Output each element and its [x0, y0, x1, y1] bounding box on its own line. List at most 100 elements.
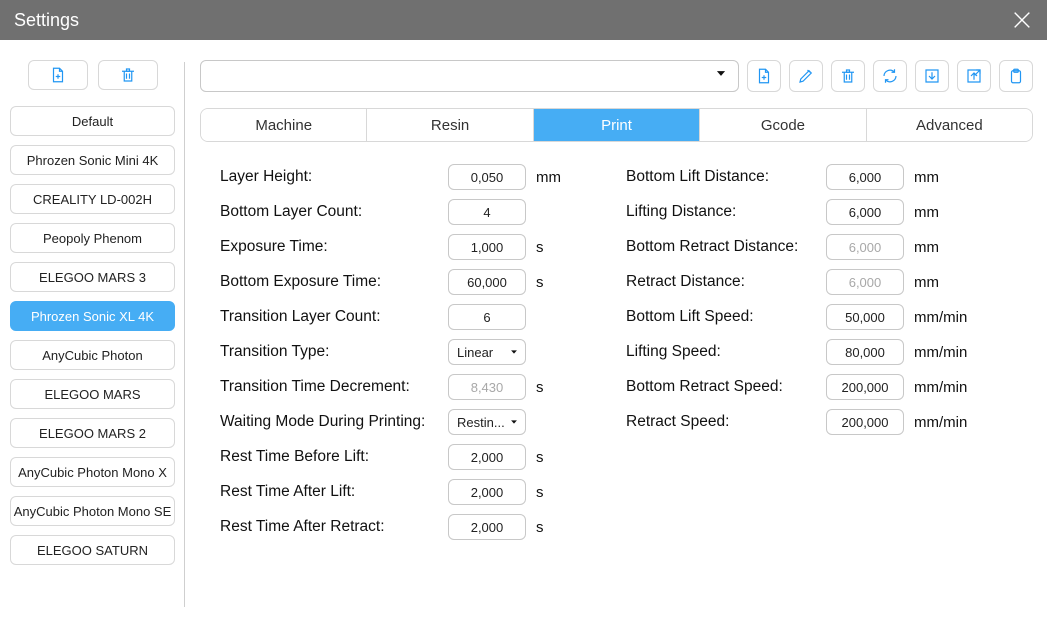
text-field[interactable]: 0,050 [448, 164, 526, 190]
field-label: Transition Layer Count: [220, 308, 448, 326]
unit-label: mm [914, 274, 974, 291]
text-field[interactable]: 80,000 [826, 339, 904, 365]
trash-icon [839, 67, 857, 85]
field-label: Layer Height: [220, 168, 448, 186]
unit-label: mm/min [914, 414, 974, 431]
text-field[interactable]: 4 [448, 199, 526, 225]
text-field[interactable]: 2,000 [448, 479, 526, 505]
text-field: 6,000 [826, 234, 904, 260]
text-field[interactable]: 6 [448, 304, 526, 330]
profile-item[interactable]: ELEGOO SATURN [10, 535, 175, 565]
form-row: Bottom Exposure Time:60,000 s [220, 269, 596, 295]
toolbar-export-button[interactable] [957, 60, 991, 92]
text-field[interactable]: 2,000 [448, 514, 526, 540]
field-label: Rest Time Before Lift: [220, 448, 448, 466]
form-row: Rest Time After Lift:2,000 s [220, 479, 596, 505]
profile-item[interactable]: AnyCubic Photon [10, 340, 175, 370]
form-row: Transition Type:Linear [220, 339, 596, 365]
close-icon [1011, 9, 1033, 31]
chevron-down-icon [509, 347, 519, 357]
form-row: Retract Speed:200,000mm/min [626, 409, 974, 435]
window-title: Settings [14, 10, 1011, 31]
profile-item[interactable]: Phrozen Sonic Mini 4K [10, 145, 175, 175]
text-field[interactable]: 200,000 [826, 374, 904, 400]
toolbar-edit-button[interactable] [789, 60, 823, 92]
profile-list: Default Phrozen Sonic Mini 4K CREALITY LD-… [10, 106, 175, 565]
tab-resin[interactable]: Resin [367, 109, 533, 141]
delete-profile-button[interactable] [98, 60, 158, 90]
profile-item[interactable]: Phrozen Sonic XL 4K [10, 301, 175, 331]
toolbar-refresh-button[interactable] [873, 60, 907, 92]
tabs: MachineResinPrintGcodeAdvanced [200, 108, 1033, 142]
profile-item[interactable]: CREALITY LD-002H [10, 184, 175, 214]
form-row: Waiting Mode During Printing:Restin... [220, 409, 596, 435]
profile-item[interactable]: Peopoly Phenom [10, 223, 175, 253]
text-field[interactable]: 50,000 [826, 304, 904, 330]
add-profile-button[interactable] [28, 60, 88, 90]
field-label: Bottom Exposure Time: [220, 273, 448, 291]
export-icon [965, 67, 983, 85]
text-field[interactable]: 2,000 [448, 444, 526, 470]
unit-label: mm/min [914, 309, 974, 326]
profile-item[interactable]: ELEGOO MARS [10, 379, 175, 409]
profile-combo[interactable] [200, 60, 739, 92]
field-label: Lifting Speed: [626, 343, 826, 361]
tab-gcode[interactable]: Gcode [700, 109, 866, 141]
toolbar-clipboard-button[interactable] [999, 60, 1033, 92]
form-row: Transition Time Decrement:8,430s [220, 374, 596, 400]
select-field[interactable]: Restin... [448, 409, 526, 435]
unit-label: mm/min [914, 344, 974, 361]
text-field[interactable]: 60,000 [448, 269, 526, 295]
form-area: Layer Height:0,050 mm Bottom Layer Count:4… [200, 164, 1033, 627]
chevron-down-icon [509, 417, 519, 427]
add-file-icon [49, 66, 67, 84]
field-label: Bottom Retract Speed: [626, 378, 826, 396]
field-label: Rest Time After Lift: [220, 483, 448, 501]
profile-item[interactable]: Default [10, 106, 175, 136]
toolbar-import-button[interactable] [915, 60, 949, 92]
unit-label: s [536, 379, 596, 396]
profile-item[interactable]: AnyCubic Photon Mono X [10, 457, 175, 487]
field-label: Bottom Retract Distance: [626, 238, 826, 256]
form-row: Bottom Lift Distance:6,000 mm [626, 164, 974, 190]
trash-icon [119, 66, 137, 84]
field-label: Exposure Time: [220, 238, 448, 256]
toolbar-add-button[interactable] [747, 60, 781, 92]
unit-label: mm [536, 169, 596, 186]
toolbar-delete-button[interactable] [831, 60, 865, 92]
text-field[interactable]: 1,000 [448, 234, 526, 260]
select-field[interactable]: Linear [448, 339, 526, 365]
tab-print[interactable]: Print [534, 109, 700, 141]
profile-item[interactable]: ELEGOO MARS 2 [10, 418, 175, 448]
form-row: Transition Layer Count:6 [220, 304, 596, 330]
profile-item[interactable]: AnyCubic Photon Mono SE [10, 496, 175, 526]
tab-machine[interactable]: Machine [201, 109, 367, 141]
field-label: Transition Type: [220, 343, 448, 361]
unit-label: mm [914, 169, 974, 186]
content: Default Phrozen Sonic Mini 4K CREALITY LD-… [0, 40, 1047, 627]
form-row: Lifting Speed:80,000 mm/min [626, 339, 974, 365]
field-label: Bottom Layer Count: [220, 203, 448, 221]
tab-advanced[interactable]: Advanced [867, 109, 1032, 141]
unit-label: s [536, 449, 596, 466]
field-label: Bottom Lift Distance: [626, 168, 826, 186]
form-row: Rest Time After Retract:2,000s [220, 514, 596, 540]
field-label: Bottom Lift Speed: [626, 308, 826, 326]
text-field: 8,430 [448, 374, 526, 400]
field-label: Lifting Distance: [626, 203, 826, 221]
text-field[interactable]: 6,000 [826, 199, 904, 225]
titlebar: Settings [0, 0, 1047, 40]
field-label: Waiting Mode During Printing: [220, 413, 448, 431]
unit-label: s [536, 484, 596, 501]
unit-label: s [536, 274, 596, 291]
text-field[interactable]: 6,000 [826, 164, 904, 190]
form-row: Bottom Lift Speed:50,000 mm/min [626, 304, 974, 330]
profile-item[interactable]: ELEGOO MARS 3 [10, 262, 175, 292]
unit-label: mm [914, 204, 974, 221]
close-button[interactable] [1011, 9, 1033, 31]
refresh-icon [881, 67, 899, 85]
sidebar: Default Phrozen Sonic Mini 4K CREALITY LD-… [0, 40, 186, 627]
form-row: Retract Distance:6,000mm [626, 269, 974, 295]
text-field[interactable]: 200,000 [826, 409, 904, 435]
unit-label: mm [914, 239, 974, 256]
